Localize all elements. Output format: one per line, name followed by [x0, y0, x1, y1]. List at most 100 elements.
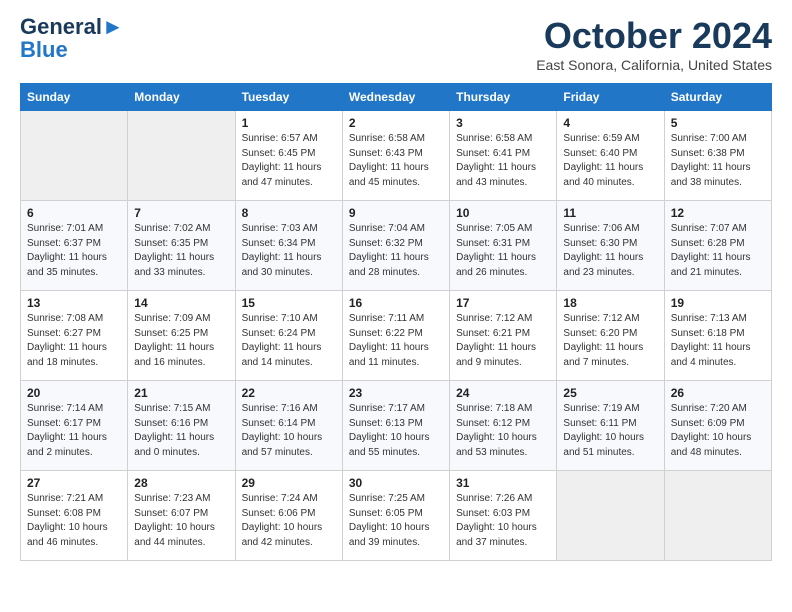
day-info: Sunrise: 7:08 AM Sunset: 6:27 PM Dayligh… — [27, 312, 121, 370]
calendar-cell: 20 Sunrise: 7:14 AM Sunset: 6:17 PM Dayli… — [21, 381, 128, 471]
day-info: Sunrise: 7:11 AM Sunset: 6:22 PM Dayligh… — [349, 312, 443, 370]
day-number: 30 — [349, 476, 443, 490]
calendar-cell: 10 Sunrise: 7:05 AM Sunset: 6:31 PM Dayli… — [450, 201, 557, 291]
calendar-weekday: Thursday — [450, 84, 557, 111]
day-info: Sunrise: 7:14 AM Sunset: 6:17 PM Dayligh… — [27, 402, 121, 460]
logo-text: General► — [20, 15, 124, 39]
calendar-cell: 4Sunrise: 6:59 AM Sunset: 6:40 PM Daylig… — [557, 111, 664, 201]
calendar-cell — [21, 111, 128, 201]
day-number: 19 — [671, 296, 765, 310]
day-info: Sunrise: 7:24 AM Sunset: 6:06 PM Dayligh… — [242, 492, 336, 550]
day-number: 27 — [27, 476, 121, 490]
calendar-cell: 6Sunrise: 7:01 AM Sunset: 6:37 PM Daylig… — [21, 201, 128, 291]
calendar-cell: 3Sunrise: 6:58 AM Sunset: 6:41 PM Daylig… — [450, 111, 557, 201]
day-number: 21 — [134, 386, 228, 400]
calendar-cell: 23 Sunrise: 7:17 AM Sunset: 6:13 PM Dayli… — [342, 381, 449, 471]
calendar-weekday: Monday — [128, 84, 235, 111]
day-info: Sunrise: 7:10 AM Sunset: 6:24 PM Dayligh… — [242, 312, 336, 370]
day-number: 14 — [134, 296, 228, 310]
calendar-cell: 14 Sunrise: 7:09 AM Sunset: 6:25 PM Dayli… — [128, 291, 235, 381]
calendar-week-row: 6Sunrise: 7:01 AM Sunset: 6:37 PM Daylig… — [21, 201, 772, 291]
day-number: 16 — [349, 296, 443, 310]
calendar-cell: 29 Sunrise: 7:24 AM Sunset: 6:06 PM Dayli… — [235, 471, 342, 561]
day-info: Sunrise: 7:20 AM Sunset: 6:09 PM Dayligh… — [671, 402, 765, 460]
day-info: Sunrise: 7:25 AM Sunset: 6:05 PM Dayligh… — [349, 492, 443, 550]
calendar-cell: 21 Sunrise: 7:15 AM Sunset: 6:16 PM Dayli… — [128, 381, 235, 471]
calendar-cell: 13 Sunrise: 7:08 AM Sunset: 6:27 PM Dayli… — [21, 291, 128, 381]
calendar-cell: 15 Sunrise: 7:10 AM Sunset: 6:24 PM Dayli… — [235, 291, 342, 381]
calendar-cell: 27 Sunrise: 7:21 AM Sunset: 6:08 PM Dayli… — [21, 471, 128, 561]
calendar-week-row: 1Sunrise: 6:57 AM Sunset: 6:45 PM Daylig… — [21, 111, 772, 201]
day-info: Sunrise: 7:04 AM Sunset: 6:32 PM Dayligh… — [349, 222, 443, 280]
day-number: 7 — [134, 206, 228, 220]
calendar-cell: 1Sunrise: 6:57 AM Sunset: 6:45 PM Daylig… — [235, 111, 342, 201]
calendar-cell: 18 Sunrise: 7:12 AM Sunset: 6:20 PM Dayli… — [557, 291, 664, 381]
day-info: Sunrise: 7:19 AM Sunset: 6:11 PM Dayligh… — [563, 402, 657, 460]
calendar-cell: 2 Sunrise: 6:58 AM Sunset: 6:43 PM Daylig… — [342, 111, 449, 201]
day-info: Sunrise: 7:06 AM Sunset: 6:30 PM Dayligh… — [563, 222, 657, 280]
title-area: October 2024 East Sonora, California, Un… — [536, 15, 772, 73]
header: General► Blue October 2024 East Sonora, … — [20, 15, 772, 73]
calendar-cell: 5Sunrise: 7:00 AM Sunset: 6:38 PM Daylig… — [664, 111, 771, 201]
day-info: Sunrise: 7:18 AM Sunset: 6:12 PM Dayligh… — [456, 402, 550, 460]
day-info: Sunrise: 6:58 AM Sunset: 6:43 PM Dayligh… — [349, 132, 443, 190]
calendar-cell: 16 Sunrise: 7:11 AM Sunset: 6:22 PM Dayli… — [342, 291, 449, 381]
day-info: Sunrise: 7:12 AM Sunset: 6:20 PM Dayligh… — [563, 312, 657, 370]
calendar-body: 1Sunrise: 6:57 AM Sunset: 6:45 PM Daylig… — [21, 111, 772, 561]
day-number: 23 — [349, 386, 443, 400]
day-number: 3 — [456, 116, 550, 130]
calendar-weekday: Saturday — [664, 84, 771, 111]
month-title: October 2024 — [536, 15, 772, 57]
calendar-week-row: 27 Sunrise: 7:21 AM Sunset: 6:08 PM Dayli… — [21, 471, 772, 561]
calendar-cell: 12 Sunrise: 7:07 AM Sunset: 6:28 PM Dayli… — [664, 201, 771, 291]
day-info: Sunrise: 7:05 AM Sunset: 6:31 PM Dayligh… — [456, 222, 550, 280]
day-info: Sunrise: 7:21 AM Sunset: 6:08 PM Dayligh… — [27, 492, 121, 550]
day-info: Sunrise: 7:12 AM Sunset: 6:21 PM Dayligh… — [456, 312, 550, 370]
day-number: 2 — [349, 116, 443, 130]
logo: General► Blue — [20, 15, 124, 61]
calendar-week-row: 20 Sunrise: 7:14 AM Sunset: 6:17 PM Dayli… — [21, 381, 772, 471]
day-number: 18 — [563, 296, 657, 310]
calendar-cell: 28 Sunrise: 7:23 AM Sunset: 6:07 PM Dayli… — [128, 471, 235, 561]
calendar-weekday: Sunday — [21, 84, 128, 111]
calendar-cell: 30 Sunrise: 7:25 AM Sunset: 6:05 PM Dayli… — [342, 471, 449, 561]
day-info: Sunrise: 7:02 AM Sunset: 6:35 PM Dayligh… — [134, 222, 228, 280]
calendar-cell: 26 Sunrise: 7:20 AM Sunset: 6:09 PM Dayli… — [664, 381, 771, 471]
calendar-cell — [557, 471, 664, 561]
calendar-cell: 31Sunrise: 7:26 AM Sunset: 6:03 PM Dayli… — [450, 471, 557, 561]
calendar-cell: 25Sunrise: 7:19 AM Sunset: 6:11 PM Dayli… — [557, 381, 664, 471]
calendar-cell: 24 Sunrise: 7:18 AM Sunset: 6:12 PM Dayli… — [450, 381, 557, 471]
calendar-cell: 8Sunrise: 7:03 AM Sunset: 6:34 PM Daylig… — [235, 201, 342, 291]
day-number: 4 — [563, 116, 657, 130]
day-number: 28 — [134, 476, 228, 490]
day-info: Sunrise: 7:15 AM Sunset: 6:16 PM Dayligh… — [134, 402, 228, 460]
calendar-cell: 9 Sunrise: 7:04 AM Sunset: 6:32 PM Daylig… — [342, 201, 449, 291]
day-info: Sunrise: 7:17 AM Sunset: 6:13 PM Dayligh… — [349, 402, 443, 460]
day-number: 20 — [27, 386, 121, 400]
day-number: 13 — [27, 296, 121, 310]
day-info: Sunrise: 7:16 AM Sunset: 6:14 PM Dayligh… — [242, 402, 336, 460]
calendar-cell: 17 Sunrise: 7:12 AM Sunset: 6:21 PM Dayli… — [450, 291, 557, 381]
calendar-cell: 7 Sunrise: 7:02 AM Sunset: 6:35 PM Daylig… — [128, 201, 235, 291]
day-number: 11 — [563, 206, 657, 220]
day-info: Sunrise: 7:07 AM Sunset: 6:28 PM Dayligh… — [671, 222, 765, 280]
calendar-weekday: Wednesday — [342, 84, 449, 111]
day-info: Sunrise: 7:09 AM Sunset: 6:25 PM Dayligh… — [134, 312, 228, 370]
day-number: 15 — [242, 296, 336, 310]
day-number: 31 — [456, 476, 550, 490]
day-number: 26 — [671, 386, 765, 400]
logo-blue: Blue — [20, 39, 68, 61]
calendar-cell — [128, 111, 235, 201]
day-number: 17 — [456, 296, 550, 310]
day-info: Sunrise: 6:57 AM Sunset: 6:45 PM Dayligh… — [242, 132, 336, 190]
day-number: 29 — [242, 476, 336, 490]
day-number: 12 — [671, 206, 765, 220]
day-number: 24 — [456, 386, 550, 400]
day-number: 10 — [456, 206, 550, 220]
day-info: Sunrise: 7:23 AM Sunset: 6:07 PM Dayligh… — [134, 492, 228, 550]
day-info: Sunrise: 7:01 AM Sunset: 6:37 PM Dayligh… — [27, 222, 121, 280]
day-number: 9 — [349, 206, 443, 220]
day-info: Sunrise: 7:00 AM Sunset: 6:38 PM Dayligh… — [671, 132, 765, 190]
calendar-weekday: Tuesday — [235, 84, 342, 111]
day-number: 8 — [242, 206, 336, 220]
